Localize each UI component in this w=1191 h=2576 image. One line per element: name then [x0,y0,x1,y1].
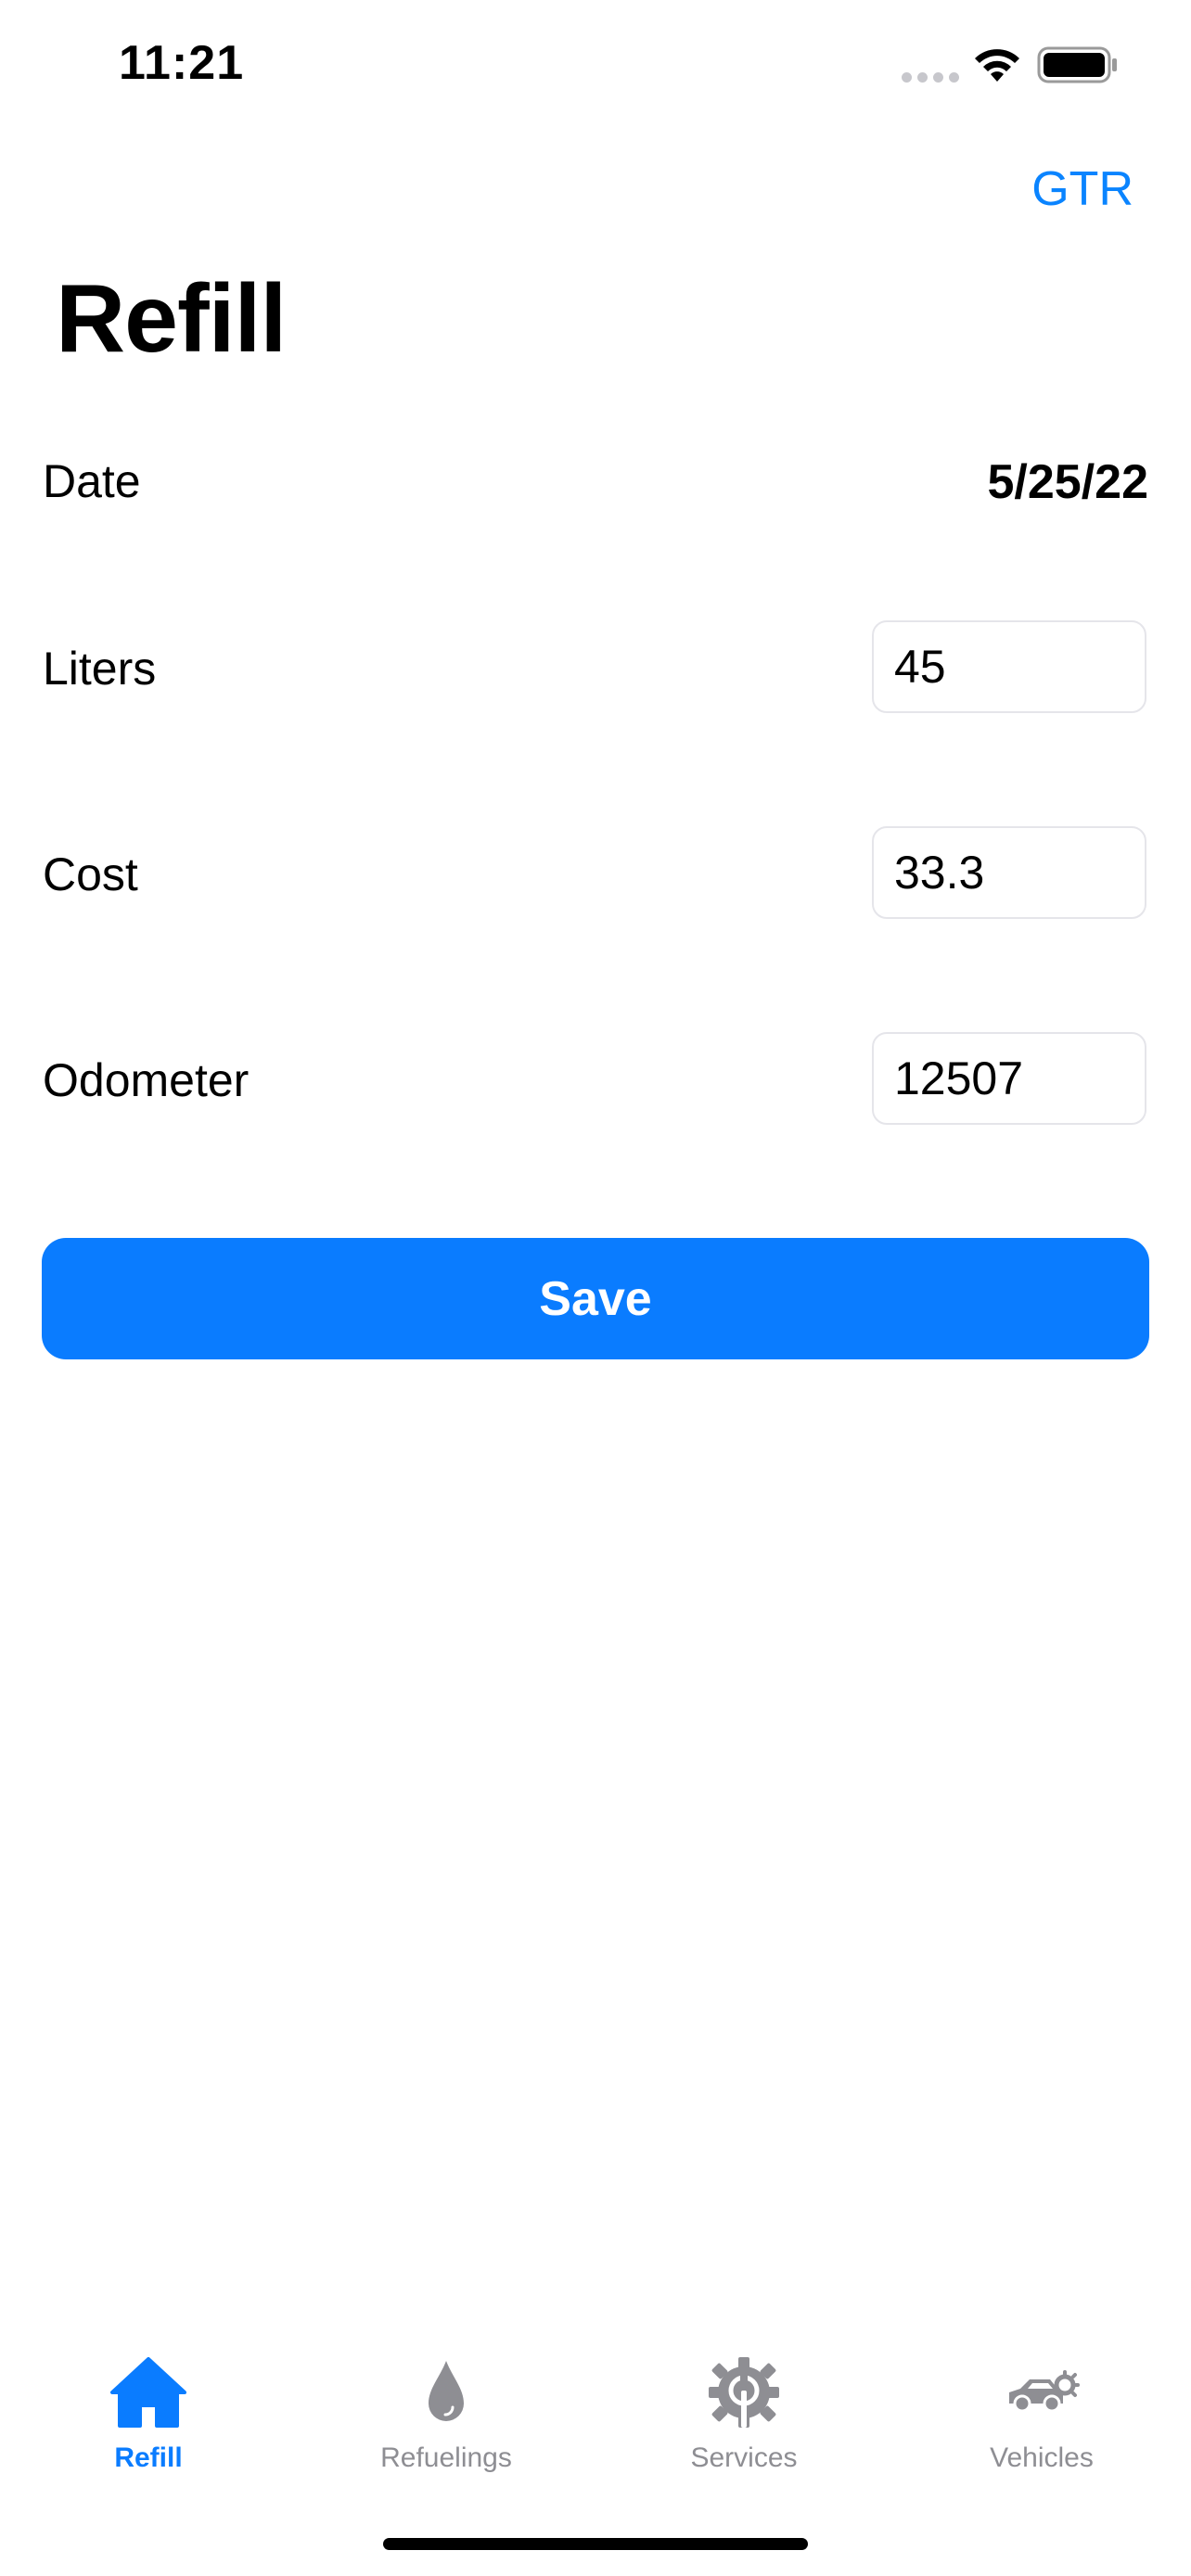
date-label: Date [43,455,141,507]
cost-label: Cost [43,848,138,900]
house-icon [110,2357,186,2428]
status-time: 11:21 [119,36,245,90]
date-picker-value[interactable]: 5/25/22 [988,454,1149,510]
tab-services[interactable]: Services [651,2355,837,2474]
car-icon [1009,2370,1080,2413]
liters-label: Liters [43,643,157,695]
tab-label: Refill [114,2442,183,2473]
vehicle-selector-link[interactable]: GTR [1031,161,1133,217]
gear-wrench-icon [709,2357,779,2428]
tab-label: Refuelings [380,2442,512,2473]
tab-label: Services [690,2442,798,2473]
tab-refuelings[interactable]: Refuelings [353,2355,539,2474]
odometer-input[interactable] [872,1032,1146,1125]
cellular-signal-icon [902,72,959,83]
odometer-label: Odometer [43,1054,250,1106]
battery-icon [1037,46,1117,83]
save-button[interactable]: Save [42,1238,1149,1359]
cost-input[interactable] [872,826,1146,919]
wifi-icon [975,49,1019,82]
page-title: Refill [56,265,287,373]
home-indicator[interactable] [383,2538,808,2550]
tab-label: Vehicles [990,2442,1094,2473]
tab-refill[interactable]: Refill [56,2355,241,2474]
drop-icon [429,2361,464,2421]
tab-vehicles[interactable]: Vehicles [949,2355,1134,2474]
liters-input[interactable] [872,620,1146,713]
